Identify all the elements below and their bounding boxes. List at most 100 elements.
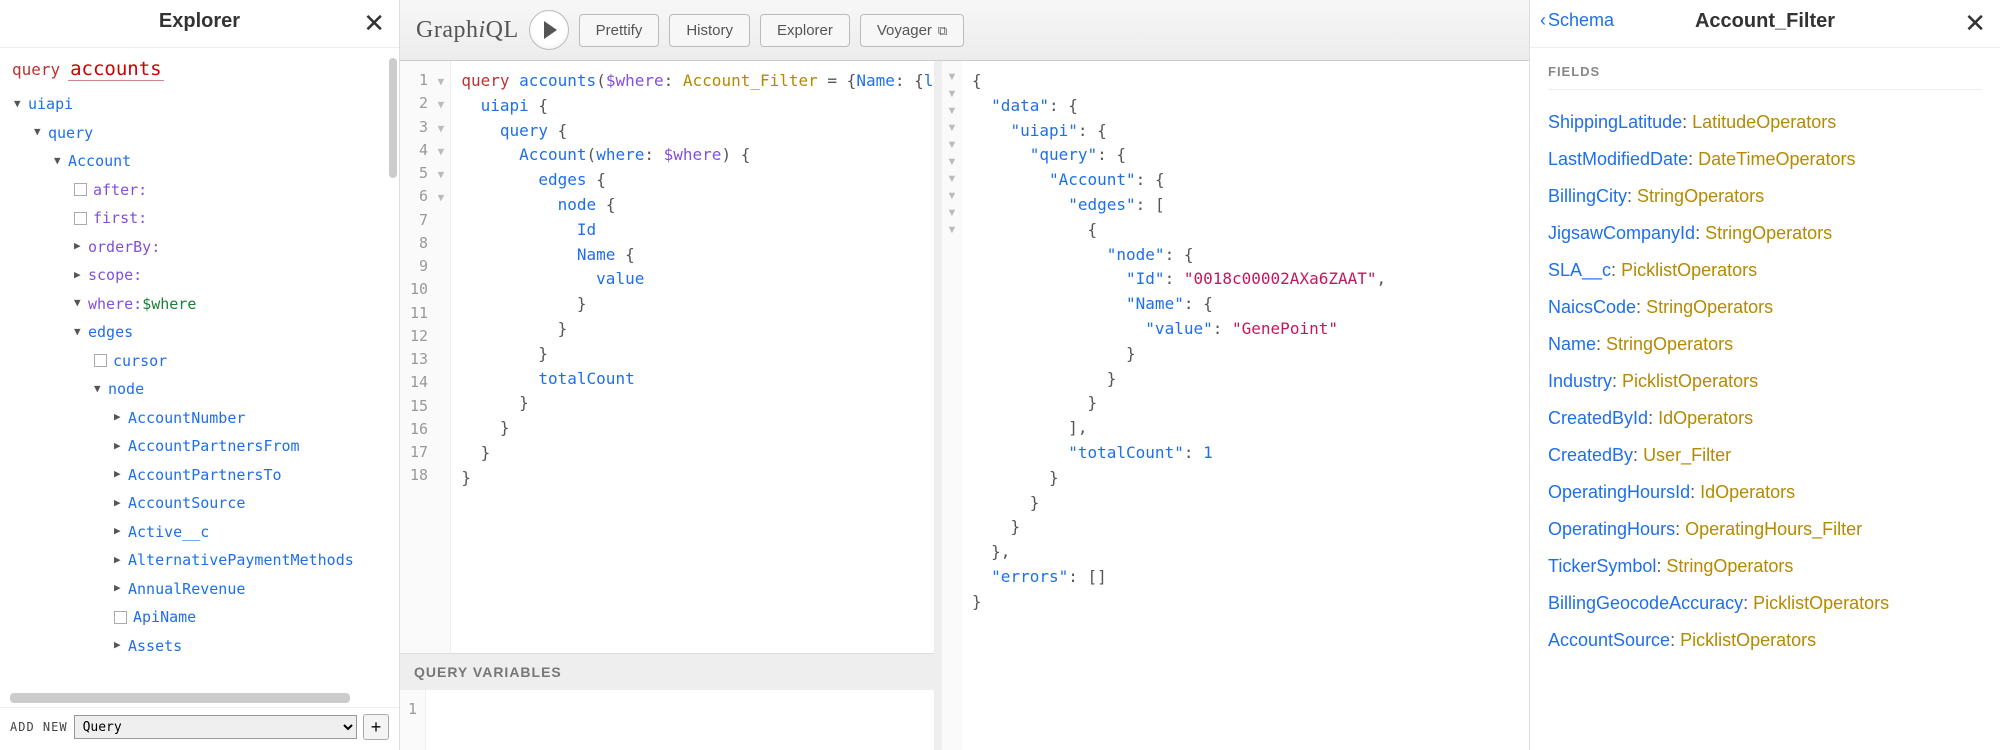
field-name[interactable]: NaicsCode <box>1548 297 1636 317</box>
tree-where[interactable]: ▼where: $where <box>10 290 393 319</box>
schema-field-accountsource: AccountSource: PicklistOperators <box>1548 622 1982 659</box>
explorer-panel: Explorer ✕ query accounts ▼uiapi ▼query … <box>0 0 400 750</box>
tree-edges[interactable]: ▼edges <box>10 318 393 347</box>
field-name[interactable]: TickerSymbol <box>1548 556 1656 576</box>
tree-uiapi[interactable]: ▼uiapi <box>10 90 393 119</box>
tree-field-apiname[interactable]: ApiName <box>10 603 393 632</box>
schema-field-billinggeocodeaccuracy: BillingGeocodeAccuracy: PicklistOperator… <box>1548 585 1982 622</box>
tree-node[interactable]: ▼node <box>10 375 393 404</box>
field-type[interactable]: StringOperators <box>1606 334 1733 354</box>
field-type[interactable]: PicklistOperators <box>1621 260 1757 280</box>
history-button[interactable]: History <box>669 14 750 47</box>
close-icon[interactable]: ✕ <box>363 8 385 39</box>
field-type[interactable]: PicklistOperators <box>1680 630 1816 650</box>
field-name[interactable]: Name <box>1548 334 1596 354</box>
field-type[interactable]: StringOperators <box>1637 186 1764 206</box>
field-type[interactable]: OperatingHours_Filter <box>1685 519 1862 539</box>
field-type[interactable]: PicklistOperators <box>1753 593 1889 613</box>
field-name[interactable]: JigsawCompanyId <box>1548 223 1695 243</box>
fold-gutter[interactable]: ▼▼▼▼▼▼▼▼ ▼▼ <box>942 61 962 750</box>
line-gutter: 1 ▼2 ▼3 ▼4 ▼5 ▼6 ▼7 8 9 10 11 12 13 14 1… <box>400 61 451 653</box>
query-code[interactable]: query accounts($where: Account_Filter = … <box>451 61 934 653</box>
tree-query[interactable]: ▼query <box>10 119 393 148</box>
schema-back-button[interactable]: ‹Schema <box>1540 10 1614 31</box>
scrollbar[interactable] <box>389 58 397 178</box>
close-icon[interactable]: ✕ <box>1964 8 1986 39</box>
query-variables-header[interactable]: QUERY VARIABLES <box>400 653 934 690</box>
schema-field-billingcity: BillingCity: StringOperators <box>1548 178 1982 215</box>
schema-field-lastmodifieddate: LastModifiedDate: DateTimeOperators <box>1548 141 1982 178</box>
field-name[interactable]: SLA__c <box>1548 260 1611 280</box>
field-name[interactable]: OperatingHours <box>1548 519 1675 539</box>
tree-field-annualrevenue[interactable]: ▶AnnualRevenue <box>10 575 393 604</box>
schema-field-shippinglatitude: ShippingLatitude: LatitudeOperators <box>1548 104 1982 141</box>
horizontal-scrollbar[interactable] <box>10 693 350 703</box>
execute-button[interactable] <box>529 10 569 50</box>
explorer-footer: ADD NEW Query + <box>0 707 399 750</box>
field-type[interactable]: PicklistOperators <box>1622 371 1758 391</box>
field-name[interactable]: OperatingHoursId <box>1548 482 1690 502</box>
field-name[interactable]: Industry <box>1548 371 1612 391</box>
field-name[interactable]: LastModifiedDate <box>1548 149 1688 169</box>
field-name[interactable]: BillingCity <box>1548 186 1627 206</box>
tree-orderby[interactable]: ▶orderBy: <box>10 233 393 262</box>
explorer-title: Explorer <box>159 10 240 33</box>
field-type[interactable]: StringOperators <box>1666 556 1793 576</box>
tree-field-assets[interactable]: ▶Assets <box>10 632 393 661</box>
prettify-button[interactable]: Prettify <box>579 14 660 47</box>
query-variables-editor[interactable]: 1 <box>400 690 934 750</box>
tree-account[interactable]: ▼Account <box>10 147 393 176</box>
query-keyword: query <box>12 60 60 79</box>
schema-title: Account_Filter <box>1695 10 1835 33</box>
add-new-label: ADD NEW <box>10 720 68 734</box>
tree-after[interactable]: after: <box>10 176 393 205</box>
tree-field-accountnumber[interactable]: ▶AccountNumber <box>10 404 393 433</box>
schema-field-createdbyid: CreatedById: IdOperators <box>1548 400 1982 437</box>
field-name[interactable]: CreatedById <box>1548 408 1648 428</box>
tree-field-active__c[interactable]: ▶Active__c <box>10 518 393 547</box>
chevron-left-icon: ‹ <box>1540 10 1546 31</box>
field-type[interactable]: StringOperators <box>1705 223 1832 243</box>
field-name[interactable]: ShippingLatitude <box>1548 112 1682 132</box>
schema-header: ‹Schema Account_Filter ✕ <box>1530 0 2000 48</box>
field-type[interactable]: IdOperators <box>1658 408 1753 428</box>
field-type[interactable]: LatitudeOperators <box>1692 112 1836 132</box>
operation-row[interactable]: query accounts <box>10 56 393 90</box>
field-type[interactable]: StringOperators <box>1646 297 1773 317</box>
explorer-header: Explorer ✕ <box>0 0 399 48</box>
schema-field-createdby: CreatedBy: User_Filter <box>1548 437 1982 474</box>
field-type[interactable]: IdOperators <box>1700 482 1795 502</box>
query-editor[interactable]: 1 ▼2 ▼3 ▼4 ▼5 ▼6 ▼7 8 9 10 11 12 13 14 1… <box>400 61 942 750</box>
tree-scope[interactable]: ▶scope: <box>10 261 393 290</box>
result-json: { "data": { "uiapi": { "query": { "Accou… <box>962 61 1396 750</box>
line-gutter: 1 <box>400 690 426 750</box>
schema-field-tickersymbol: TickerSymbol: StringOperators <box>1548 548 1982 585</box>
field-name[interactable]: BillingGeocodeAccuracy <box>1548 593 1743 613</box>
tree-field-accountsource[interactable]: ▶AccountSource <box>10 489 393 518</box>
checkbox[interactable] <box>74 212 87 225</box>
field-name[interactable]: CreatedBy <box>1548 445 1633 465</box>
schema-field-industry: Industry: PicklistOperators <box>1548 363 1982 400</box>
graphiql-panel: GraphiQL Prettify History Explorer Voyag… <box>400 0 1530 750</box>
add-new-select[interactable]: Query <box>74 715 357 739</box>
field-type[interactable]: User_Filter <box>1643 445 1731 465</box>
checkbox[interactable] <box>74 183 87 196</box>
play-icon <box>544 21 557 39</box>
explorer-button[interactable]: Explorer <box>760 14 850 47</box>
add-button[interactable]: + <box>363 714 389 740</box>
explorer-tree: ▼uiapi ▼query ▼Account after: first: ▶or… <box>10 90 393 660</box>
field-name[interactable]: AccountSource <box>1548 630 1670 650</box>
external-link-icon: ⧉ <box>938 23 947 39</box>
tree-cursor[interactable]: cursor <box>10 347 393 376</box>
field-type[interactable]: DateTimeOperators <box>1698 149 1855 169</box>
checkbox[interactable] <box>94 354 107 367</box>
tree-field-accountpartnersto[interactable]: ▶AccountPartnersTo <box>10 461 393 490</box>
tree-field-accountpartnersfrom[interactable]: ▶AccountPartnersFrom <box>10 432 393 461</box>
operation-name[interactable]: accounts <box>68 58 164 81</box>
tree-field-alternativepaymentmethods[interactable]: ▶AlternativePaymentMethods <box>10 546 393 575</box>
tree-first[interactable]: first: <box>10 204 393 233</box>
voyager-button[interactable]: Voyager⧉ <box>860 14 964 47</box>
schema-field-name: Name: StringOperators <box>1548 326 1982 363</box>
checkbox[interactable] <box>114 611 127 624</box>
schema-panel: ‹Schema Account_Filter ✕ FIELDS Shipping… <box>1530 0 2000 750</box>
